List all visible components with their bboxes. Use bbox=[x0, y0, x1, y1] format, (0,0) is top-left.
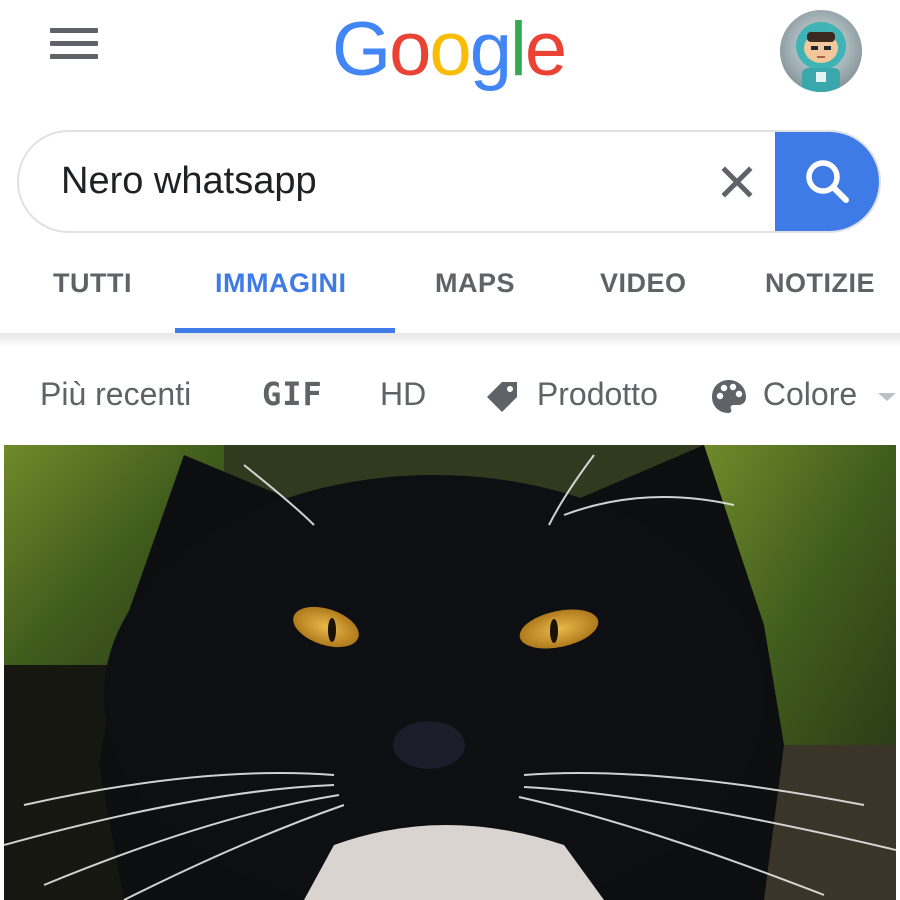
logo-letter: l bbox=[509, 7, 527, 92]
top-bar: Google bbox=[0, 0, 900, 110]
cat-photo bbox=[4, 445, 896, 900]
search-input[interactable] bbox=[61, 132, 681, 231]
filter-recent[interactable]: Più recenti bbox=[40, 352, 191, 436]
image-result-black-cat[interactable] bbox=[4, 445, 896, 900]
filter-product-label: Prodotto bbox=[536, 376, 658, 412]
tab-notizie[interactable]: NOTIZIE bbox=[765, 250, 875, 316]
search-icon bbox=[806, 160, 849, 203]
tab-tutti[interactable]: TUTTI bbox=[53, 250, 132, 316]
filter-product[interactable]: Prodotto bbox=[484, 352, 658, 436]
tag-icon bbox=[487, 381, 517, 412]
filter-color[interactable]: Colore bbox=[710, 352, 898, 436]
search-box bbox=[17, 130, 881, 233]
logo-letter: g bbox=[469, 7, 512, 92]
user-avatar[interactable] bbox=[780, 10, 862, 92]
palette-icon bbox=[712, 379, 746, 413]
logo-letter: e bbox=[524, 7, 567, 92]
tab-immagini[interactable]: IMMAGINI bbox=[215, 250, 347, 316]
hamburger-menu-icon[interactable] bbox=[50, 28, 98, 64]
logo-letter: o bbox=[389, 7, 431, 92]
dropdown-arrow-icon bbox=[878, 392, 897, 401]
avatar-image bbox=[780, 10, 862, 92]
tab-maps[interactable]: MAPS bbox=[435, 250, 515, 316]
tab-video[interactable]: VIDEO bbox=[600, 250, 687, 316]
filter-gif[interactable]: GIF bbox=[262, 352, 323, 436]
filter-hd[interactable]: HD bbox=[380, 352, 426, 436]
google-logo[interactable]: Google bbox=[332, 2, 567, 98]
tabs-divider bbox=[0, 333, 900, 347]
search-button[interactable] bbox=[775, 132, 879, 231]
filter-chips: Più recenti GIF HD Prodotto Colore bbox=[0, 352, 900, 436]
close-icon[interactable] bbox=[709, 154, 765, 210]
search-tabs: TUTTI IMMAGINI MAPS VIDEO NOTIZIE bbox=[0, 250, 900, 334]
filter-color-label: Colore bbox=[762, 376, 858, 412]
logo-letter: o bbox=[429, 7, 471, 92]
logo-letter: G bbox=[332, 7, 391, 92]
